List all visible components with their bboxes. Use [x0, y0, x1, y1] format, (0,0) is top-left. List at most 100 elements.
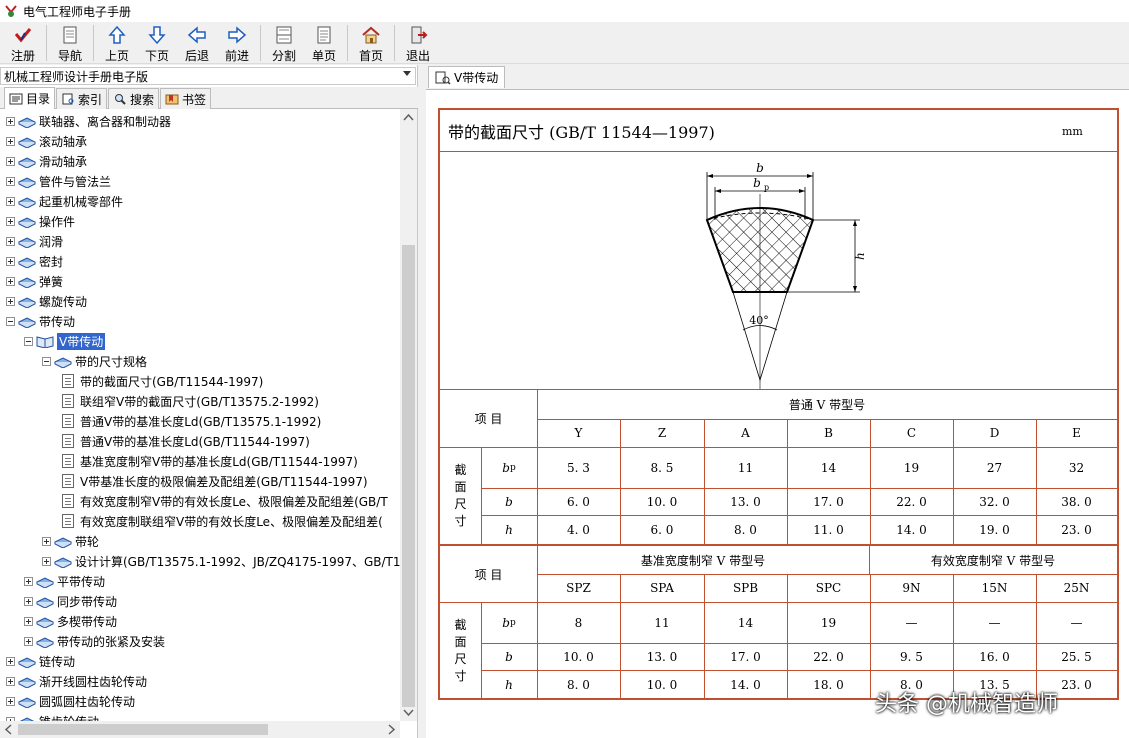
tree-node[interactable]: 同步带传动: [24, 591, 117, 611]
tree-node[interactable]: 操作件: [6, 211, 75, 231]
register-button[interactable]: 注册: [3, 22, 43, 64]
scroll-left-icon[interactable]: [2, 721, 16, 738]
expand-icon[interactable]: [24, 616, 33, 626]
book-icon: [36, 577, 54, 588]
tree-node[interactable]: 滚动轴承: [6, 131, 87, 151]
table1-value-cell: 32. 0: [979, 494, 1010, 509]
tab-search[interactable]: 搜索: [108, 88, 160, 109]
table1-type-header: Z: [657, 426, 667, 440]
page-up-button[interactable]: 上页: [97, 22, 137, 64]
tab-contents[interactable]: 目录: [4, 87, 56, 109]
expand-icon[interactable]: [6, 276, 15, 286]
table2-type-header: SPA: [650, 581, 674, 595]
scroll-down-icon[interactable]: [400, 705, 417, 719]
book-select[interactable]: 机械工程师设计手册电子版: [0, 67, 416, 85]
tree-scroll-thumb[interactable]: [402, 245, 415, 707]
forward-button[interactable]: 前进: [217, 22, 257, 64]
tree-node[interactable]: 有效宽度制联组窄V带的有效长度Le、极限偏差及配组差(: [62, 511, 383, 531]
tree-node[interactable]: 联组窄V带的截面尺寸(GB/T13575.2-1992): [62, 391, 319, 411]
tree-node[interactable]: 基准宽度制窄V带的基准长度Ld(GB/T11544-1997): [62, 451, 358, 471]
t1-side-char: 截: [454, 462, 467, 477]
single-page-button[interactable]: 单页: [304, 22, 344, 64]
table2-type-header: 15N: [981, 581, 1008, 595]
toolbar-separator: [394, 25, 395, 61]
tree-node[interactable]: 有效宽度制窄V带的有效长度Le、极限偏差及配组差(GB/T: [62, 491, 388, 511]
tree-node-label: 联组窄V带的截面尺寸(GB/T13575.2-1992): [80, 394, 319, 409]
tab-bookmark[interactable]: 书签: [160, 88, 212, 109]
exit-button[interactable]: 退出: [398, 22, 438, 64]
tree-node[interactable]: 设计计算(GB/T13575.1-1992、JB/ZQ4175-1997、GB/…: [42, 551, 400, 571]
expand-icon[interactable]: [6, 156, 15, 166]
tree-node[interactable]: 普通V带的基准长度Ld(GB/T13575.1-1992): [62, 411, 321, 431]
book-icon: [18, 197, 36, 208]
table1-value-cell: 5. 3: [567, 460, 590, 475]
tree-node[interactable]: 带传动: [6, 311, 75, 331]
tree-hscroll-thumb[interactable]: [18, 724, 268, 735]
collapse-icon[interactable]: [24, 336, 33, 346]
tree-node[interactable]: 圆弧圆柱齿轮传动: [6, 691, 135, 711]
tree-node[interactable]: 润滑: [6, 231, 63, 251]
expand-icon[interactable]: [24, 576, 33, 586]
doc-tab-label: V带传动: [454, 71, 499, 85]
tree-node[interactable]: V带基准长度的极限偏差及配组差(GB/T11544-1997): [62, 471, 368, 491]
expand-icon[interactable]: [6, 656, 15, 666]
scroll-up-icon[interactable]: [400, 111, 417, 125]
expand-icon[interactable]: [6, 196, 15, 206]
chevron-down-icon[interactable]: [403, 71, 411, 76]
expand-icon[interactable]: [6, 296, 15, 306]
navigate-button[interactable]: 导航: [50, 22, 90, 64]
tree-node[interactable]: V带传动: [24, 331, 106, 351]
table1-type-header: D: [989, 426, 1000, 440]
exit-label: 退出: [405, 49, 430, 63]
page-down-button[interactable]: 下页: [137, 22, 177, 64]
collapse-icon[interactable]: [42, 356, 51, 366]
tree-node[interactable]: 渐开线圆柱齿轮传动: [6, 671, 147, 691]
tree-node[interactable]: 带传动的张紧及安装: [24, 631, 165, 651]
t2-item-label: 项 目: [474, 567, 503, 582]
book-icon: [18, 697, 36, 708]
nav-tabs: 目录 索引 搜索 书签: [0, 87, 418, 109]
tree-node[interactable]: 带的截面尺寸(GB/T11544-1997): [62, 371, 263, 391]
tree-node[interactable]: 带的尺寸规格: [42, 351, 147, 371]
back-button[interactable]: 后退: [177, 22, 217, 64]
tab-index[interactable]: 索引: [56, 88, 108, 109]
tree-node[interactable]: 联轴器、离合器和制动器: [6, 111, 171, 131]
tab-v-belt-drive[interactable]: V带传动: [428, 66, 506, 88]
table1-value-cell: 19: [903, 460, 920, 475]
expand-icon[interactable]: [6, 116, 15, 126]
home-button[interactable]: 首页: [351, 22, 391, 64]
split-button[interactable]: 分割: [264, 22, 304, 64]
table2-value-cell: 10. 0: [646, 678, 678, 692]
tree-node[interactable]: 多楔带传动: [24, 611, 117, 631]
expand-icon[interactable]: [6, 236, 15, 246]
collapse-icon[interactable]: [6, 316, 15, 326]
page-down-label: 下页: [144, 49, 169, 63]
table2-param-subscript: p: [509, 617, 516, 628]
tree-node[interactable]: 管件与管法兰: [6, 171, 111, 191]
expand-icon[interactable]: [24, 596, 33, 606]
tree-node[interactable]: 弹簧: [6, 271, 63, 291]
expand-icon[interactable]: [6, 216, 15, 226]
tree-node[interactable]: 平带传动: [24, 571, 105, 591]
expand-icon[interactable]: [42, 556, 51, 566]
tree-node[interactable]: 起重机械零部件: [6, 191, 123, 211]
tree-node[interactable]: 链传动: [6, 651, 75, 671]
tree-node[interactable]: 锥齿轮传动: [6, 711, 99, 721]
expand-icon[interactable]: [42, 536, 51, 546]
expand-icon[interactable]: [6, 676, 15, 686]
tree-node[interactable]: 密封: [6, 251, 63, 271]
expand-icon[interactable]: [6, 256, 15, 266]
tree-node[interactable]: 螺旋传动: [6, 291, 87, 311]
expand-icon[interactable]: [6, 176, 15, 186]
expand-icon[interactable]: [6, 696, 15, 706]
table1-value-cell: 19. 0: [979, 522, 1010, 537]
tree-node[interactable]: 带轮: [42, 531, 99, 551]
expand-icon[interactable]: [24, 636, 33, 646]
expand-icon[interactable]: [6, 136, 15, 146]
tree-node[interactable]: 滑动轴承: [6, 151, 87, 171]
t2-side-char: 尺: [454, 652, 467, 666]
scroll-right-icon[interactable]: [384, 721, 398, 738]
book-icon: [18, 677, 36, 688]
table1-value-cell: 11. 0: [813, 522, 844, 537]
tree-node[interactable]: 普通V带的基准长度Ld(GB/T11544-1997): [62, 431, 310, 451]
